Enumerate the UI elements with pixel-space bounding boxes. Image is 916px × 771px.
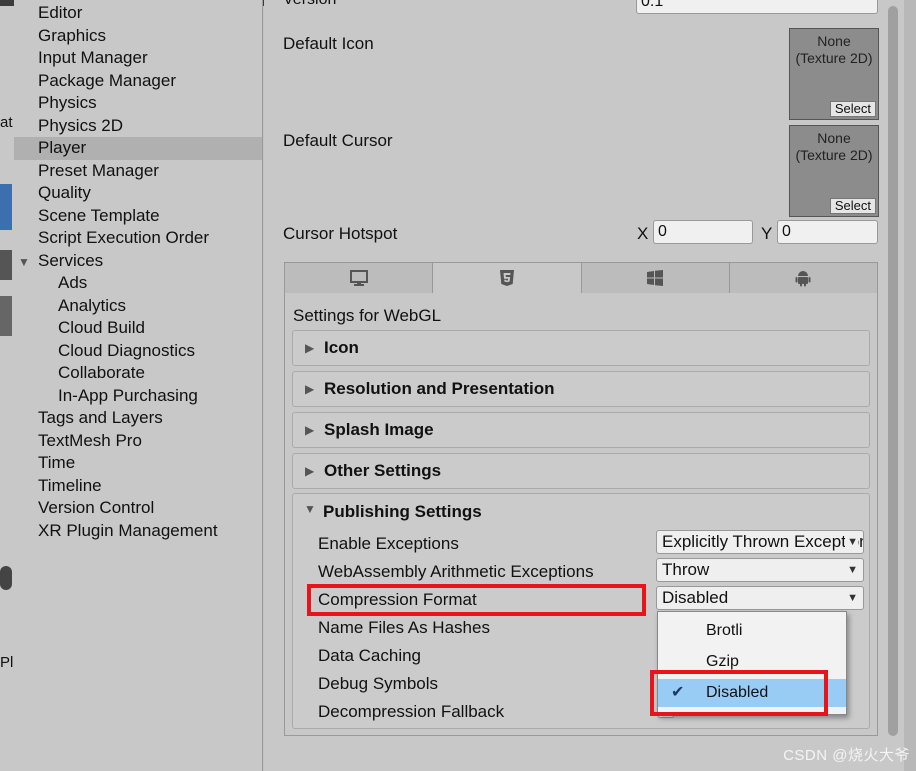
sidebar-item-label: Services — [38, 250, 104, 270]
version-label: Version — [283, 0, 336, 9]
hotspot-x-field[interactable]: 0 — [653, 220, 753, 244]
texture-none-text: None (Texture 2D) — [795, 33, 873, 66]
sidebar-item-graphics[interactable]: Graphics — [14, 25, 262, 48]
sidebar-item-collaborate[interactable]: Collaborate — [14, 362, 262, 385]
tab-android[interactable] — [729, 263, 877, 293]
edge-icon-fragment — [0, 250, 12, 280]
tab-standalone[interactable] — [285, 263, 434, 293]
sidebar-item-version-control[interactable]: Version Control — [14, 497, 262, 520]
scrollbar-thumb[interactable] — [888, 6, 898, 736]
vertical-scrollbar[interactable] — [884, 0, 904, 771]
foldout-resolution[interactable]: ▶ Resolution and Presentation — [292, 371, 870, 407]
settings-for-label: Settings for WebGL — [293, 306, 442, 325]
android-icon — [795, 271, 811, 287]
sidebar-item-physics[interactable]: Physics — [14, 92, 262, 115]
sidebar-item-physics-2d[interactable]: Physics 2D — [14, 115, 262, 138]
sidebar-item-analytics[interactable]: Analytics — [14, 295, 262, 318]
foldout-other-settings[interactable]: ▶ Other Settings — [292, 453, 870, 489]
sidebar-item-player[interactable]: Player — [14, 137, 262, 160]
highlight-box-disabled-option — [650, 670, 828, 716]
default-cursor-label: Default Cursor — [283, 131, 393, 150]
hotspot-x-label: X — [637, 224, 649, 243]
collapsed-arrow-icon: ▶ — [305, 464, 315, 478]
sidebar-item-quality[interactable]: Quality — [14, 182, 262, 205]
cursor-hotspot-label: Cursor Hotspot — [283, 224, 398, 243]
version-field[interactable]: 0.1 — [636, 0, 878, 14]
select-button[interactable]: Select — [829, 101, 876, 117]
default-icon-label: Default Icon — [283, 34, 374, 53]
tab-windows[interactable] — [581, 263, 730, 293]
dropdown-caret-icon: ▼ — [845, 587, 858, 609]
sidebar-item-tags-and-layers[interactable]: Tags and Layers — [14, 407, 262, 430]
sidebar-item-preset-manager[interactable]: Preset Manager — [14, 160, 262, 183]
edge-icon-fragment — [0, 566, 12, 590]
windows-icon — [647, 270, 664, 286]
sidebar-item-in-app-purchasing[interactable]: In-App Purchasing — [14, 385, 262, 408]
sidebar-item-cloud-diagnostics[interactable]: Cloud Diagnostics — [14, 340, 262, 363]
hotspot-y-label: Y — [761, 224, 773, 243]
collapsed-arrow-icon: ▶ — [305, 423, 315, 437]
sidebar-group-services[interactable]: ▼ Services — [14, 250, 262, 273]
sidebar-item-textmesh-pro[interactable]: TextMesh Pro — [14, 430, 262, 453]
texture-none-text: None (Texture 2D) — [795, 130, 873, 163]
edge-text-fragment: Pla — [0, 654, 14, 671]
settings-sidebar: Editor Graphics Input Manager Package Ma… — [14, 0, 263, 771]
edge-icon-fragment — [0, 296, 12, 336]
collapsed-arrow-icon: ▶ — [305, 382, 315, 396]
default-icon-texture-field[interactable]: None (Texture 2D) Select — [789, 28, 879, 120]
sidebar-item-time[interactable]: Time — [14, 452, 262, 475]
monitor-icon — [349, 270, 368, 286]
left-edge-panel: at Pla — [0, 6, 14, 771]
sidebar-item-cloud-build[interactable]: Cloud Build — [14, 317, 262, 340]
sidebar-item-editor[interactable]: Editor — [14, 2, 262, 25]
wasm-arithmetic-dropdown[interactable]: Throw ▼ — [656, 558, 864, 582]
sidebar-item-input-manager[interactable]: Input Manager — [14, 47, 262, 70]
select-button[interactable]: Select — [829, 198, 876, 214]
sidebar-item-script-execution-order[interactable]: Script Execution Order — [14, 227, 262, 250]
collapsed-arrow-icon: ▶ — [305, 341, 315, 355]
expanded-arrow-icon[interactable]: ▼ — [304, 502, 316, 516]
highlight-box-compression-label — [307, 584, 646, 616]
sidebar-item-package-manager[interactable]: Package Manager — [14, 70, 262, 93]
menu-option-brotli[interactable]: Brotli — [658, 617, 846, 645]
foldout-splash-image[interactable]: ▶ Splash Image — [292, 412, 870, 448]
enable-exceptions-label: Enable Exceptions — [318, 534, 459, 553]
platform-tabs — [284, 262, 878, 293]
right-edge — [904, 0, 916, 771]
html5-icon — [499, 270, 514, 286]
edge-icon-fragment — [0, 184, 12, 230]
compression-format-dropdown[interactable]: Disabled ▼ — [656, 586, 864, 610]
sidebar-item-xr-plugin-management[interactable]: XR Plugin Management — [14, 520, 262, 543]
wasm-arithmetic-exceptions-label: WebAssembly Arithmetic Exceptions — [318, 562, 594, 581]
dropdown-caret-icon: ▼ — [845, 559, 858, 581]
debug-symbols-label: Debug Symbols — [318, 674, 439, 693]
tab-webgl[interactable] — [433, 263, 582, 293]
sidebar-item-scene-template[interactable]: Scene Template — [14, 205, 262, 228]
decompression-fallback-label: Decompression Fallback — [318, 702, 505, 721]
sidebar-item-timeline[interactable]: Timeline — [14, 475, 262, 498]
hotspot-y-field[interactable]: 0 — [777, 220, 878, 244]
dropdown-caret-icon: ▼ — [845, 531, 858, 553]
name-files-as-hashes-label: Name Files As Hashes — [318, 618, 490, 637]
default-cursor-texture-field[interactable]: None (Texture 2D) Select — [789, 125, 879, 217]
foldout-icon[interactable]: ▶ Icon — [292, 330, 870, 366]
publishing-settings-title[interactable]: Publishing Settings — [323, 502, 482, 522]
edge-text-fragment: at — [0, 114, 13, 131]
expand-arrow-icon[interactable]: ▼ — [18, 251, 38, 274]
sidebar-item-ads[interactable]: Ads — [14, 272, 262, 295]
watermark: CSDN @烧火大爷 — [783, 747, 910, 764]
data-caching-label: Data Caching — [318, 646, 422, 665]
enable-exceptions-dropdown[interactable]: Explicitly Thrown Exceptions Only▼ — [656, 530, 864, 554]
